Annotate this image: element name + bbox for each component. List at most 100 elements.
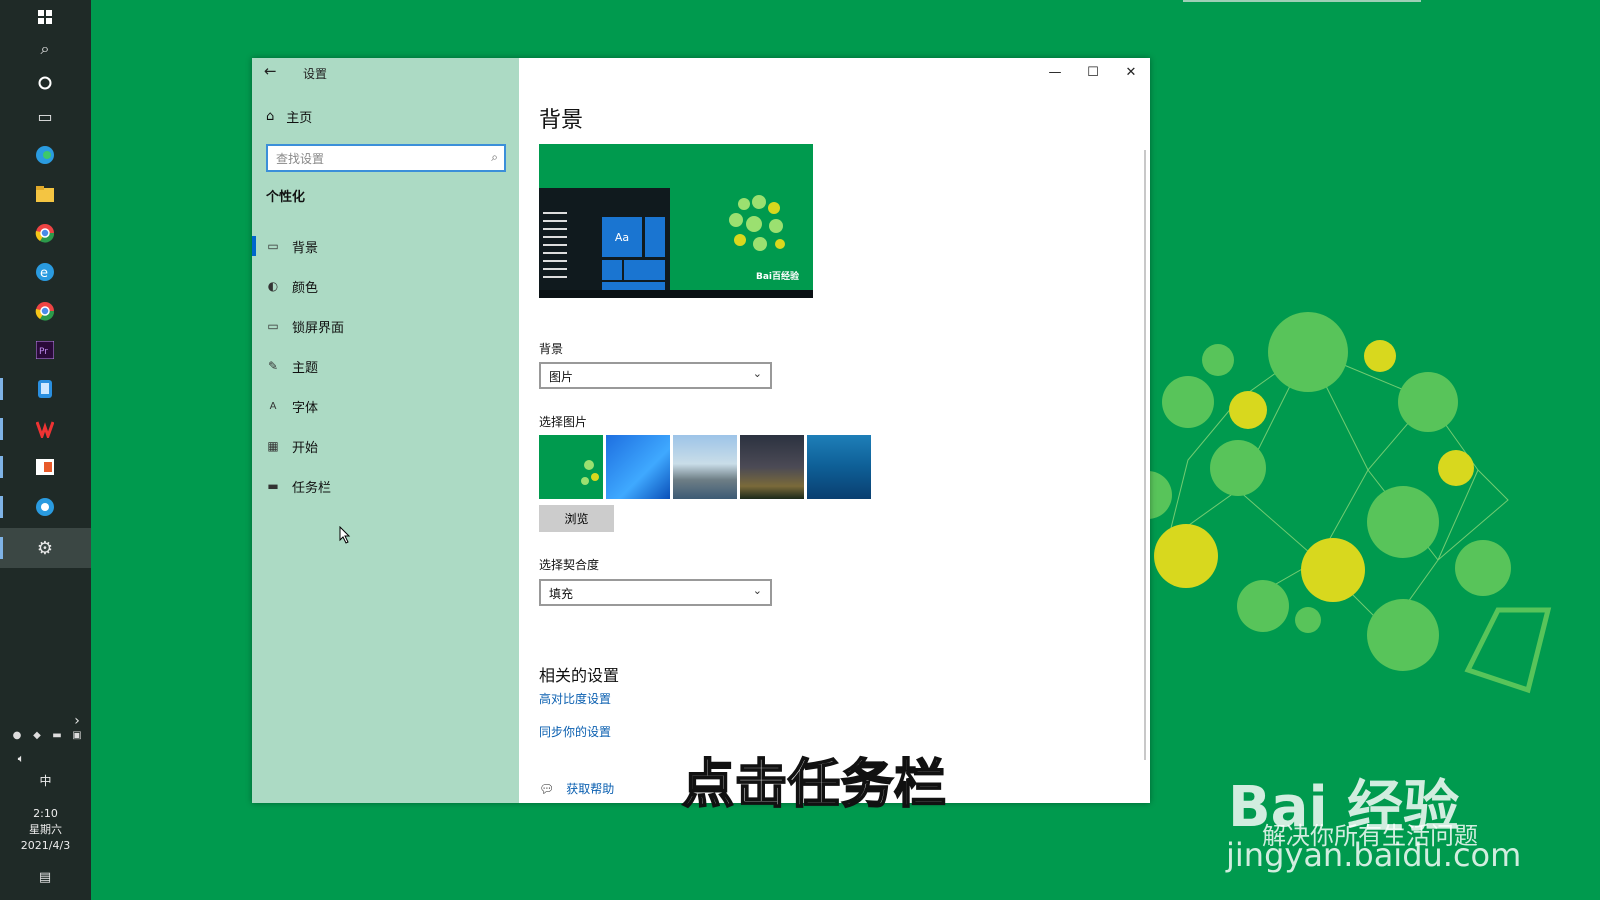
high-contrast-link[interactable]: 高对比度设置	[539, 690, 611, 707]
get-help-link[interactable]: 💬︎ 获取帮助	[539, 780, 614, 797]
nav-item-colors[interactable]: ◐ 颜色	[266, 276, 318, 296]
thumbnail-windows-blue[interactable]	[606, 435, 670, 499]
windows-start-icon[interactable]	[32, 4, 58, 30]
preview-tile: Aa	[602, 217, 642, 257]
settings-window: ← 设置 ⌂ 主页 查找设置 ⌕ 个性化 ▭ 背景 ◐ 颜色 ▭ 锁屏界面 ✎ …	[252, 58, 1150, 803]
search-icon[interactable]: ⌕	[32, 36, 58, 62]
background-label: 背景	[539, 342, 564, 356]
start-icon: ▦	[267, 439, 279, 453]
clock-date[interactable]: 2021/4/3	[0, 838, 91, 853]
browse-button[interactable]: 浏览	[539, 505, 614, 532]
preview-tile	[602, 282, 665, 290]
nav-item-label: 背景	[292, 240, 319, 256]
edge-browser-icon[interactable]	[32, 142, 58, 168]
help-chat-icon: 💬︎	[539, 781, 555, 796]
settings-content: 背景 Aa Bai百经验 背景 图片 ⌄ 选择图片 浏览 选择契合度 填充 ⌄ …	[519, 58, 1150, 803]
search-icon: ⌕	[491, 150, 498, 164]
nav-item-lock-screen[interactable]: ▭ 锁屏界面	[266, 316, 344, 336]
network-icon[interactable]: ▣	[70, 728, 84, 742]
font-icon: A	[269, 400, 277, 412]
sync-settings-link[interactable]: 同步你的设置	[539, 723, 611, 740]
browser-q-icon[interactable]	[32, 494, 58, 520]
security-shield-icon[interactable]: ◆	[30, 728, 44, 742]
preview-tile	[645, 217, 665, 257]
search-placeholder: 查找设置	[276, 151, 325, 166]
desktop-wallpaper-decoration	[1138, 312, 1552, 694]
task-view-icon[interactable]: ▭	[32, 103, 58, 129]
preview-taskbar	[539, 290, 813, 298]
taskbar-running-indicator	[0, 496, 3, 518]
lock-screen-icon: ▭	[267, 319, 279, 333]
home-icon: ⌂	[266, 109, 275, 124]
fit-select[interactable]: 填充 ⌄	[539, 579, 772, 606]
preview-tile	[624, 260, 665, 280]
taskbar-running-indicator	[0, 537, 3, 559]
nav-home-label: 主页	[286, 111, 313, 126]
background-select[interactable]: 图片 ⌄	[539, 362, 772, 389]
nav-item-start[interactable]: ▦ 开始	[266, 436, 318, 456]
nav-item-label: 字体	[292, 400, 319, 416]
back-arrow-icon[interactable]: ←	[264, 62, 277, 80]
taskbar-running-indicator	[0, 418, 3, 440]
photo-app-icon[interactable]	[32, 454, 58, 480]
thumbnail-night-sky[interactable]	[740, 435, 804, 499]
nav-item-label: 主题	[292, 360, 319, 376]
action-center-icon[interactable]: ▤	[32, 864, 58, 890]
thumbnail-beach-rocks[interactable]	[673, 435, 737, 499]
svg-text:Pr: Pr	[39, 347, 48, 357]
settings-nav-pane: ← 设置 ⌂ 主页 查找设置 ⌕ 个性化 ▭ 背景 ◐ 颜色 ▭ 锁屏界面 ✎ …	[252, 58, 519, 803]
svg-text:e: e	[40, 266, 48, 281]
thumbnail-underwater[interactable]	[807, 435, 871, 499]
clock-weekday[interactable]: 星期六	[0, 822, 91, 837]
preview-decoration	[729, 195, 785, 251]
window-title: 设置	[303, 67, 328, 81]
palette-icon: ◐	[267, 279, 279, 293]
choose-picture-label: 选择图片	[539, 415, 588, 429]
nav-item-themes[interactable]: ✎ 主题	[266, 356, 318, 376]
settings-gear-icon[interactable]: ⚙	[32, 535, 58, 561]
system-tray: ● ◆ ▬ ▣	[10, 728, 84, 742]
related-settings-heading: 相关的设置	[539, 666, 620, 685]
wps-office-icon[interactable]	[32, 416, 58, 442]
brush-icon: ✎	[267, 359, 279, 373]
page-title: 背景	[539, 108, 584, 133]
desktop-top-strip	[1183, 0, 1421, 2]
watermark-domain: jingyan.baidu.com	[1226, 836, 1522, 874]
nav-item-label: 颜色	[292, 280, 319, 296]
video-subtitle: 点击任务栏	[681, 754, 948, 816]
premiere-icon[interactable]: Pr	[32, 337, 58, 363]
nav-item-taskbar[interactable]: ▬ 任务栏	[266, 476, 331, 496]
volume-icon[interactable]: 🔈︎	[8, 746, 34, 772]
chevron-down-icon: ⌄	[752, 367, 762, 380]
file-explorer-icon[interactable]	[32, 181, 58, 207]
qq-icon[interactable]: ●	[10, 728, 24, 742]
ie-browser-icon[interactable]: e	[32, 259, 58, 285]
chrome-icon[interactable]	[32, 220, 58, 246]
fit-select-value: 填充	[549, 587, 574, 601]
preview-tile	[602, 260, 622, 280]
taskbar-running-indicator	[0, 378, 3, 400]
nav-item-background[interactable]: ▭ 背景	[266, 236, 318, 256]
battery-icon[interactable]: ▬	[50, 728, 64, 742]
clock-time[interactable]: 2:10	[0, 806, 91, 821]
phone-app-icon[interactable]	[32, 376, 58, 402]
nav-section-personalization: 个性化	[266, 190, 306, 205]
background-preview: Aa Bai百经验	[539, 144, 813, 298]
cortana-icon[interactable]	[32, 70, 58, 96]
nav-item-label: 开始	[292, 440, 319, 456]
thumbnail-green-wallpaper[interactable]	[539, 435, 603, 499]
nav-item-fonts[interactable]: A 字体	[266, 396, 318, 416]
content-scrollbar[interactable]	[1144, 150, 1146, 760]
taskbar: ⌕ ▭ e Pr ⚙ › ● ◆ ▬ ▣ 🔈︎ 中 2:10 星期六 2021/…	[0, 0, 91, 900]
ime-indicator[interactable]: 中	[0, 774, 91, 789]
preview-logo: Bai百经验	[755, 272, 799, 282]
nav-home[interactable]: ⌂ 主页	[266, 107, 312, 126]
preview-list	[543, 212, 567, 284]
mouse-cursor-icon	[339, 526, 351, 544]
search-settings-input[interactable]: 查找设置 ⌕	[266, 144, 506, 172]
get-help-label: 获取帮助	[566, 782, 615, 796]
nav-selection-indicator	[252, 236, 256, 256]
chevron-down-icon: ⌄	[752, 584, 762, 597]
chrome-alt-icon[interactable]	[32, 298, 58, 324]
taskbar-running-indicator	[0, 456, 3, 478]
